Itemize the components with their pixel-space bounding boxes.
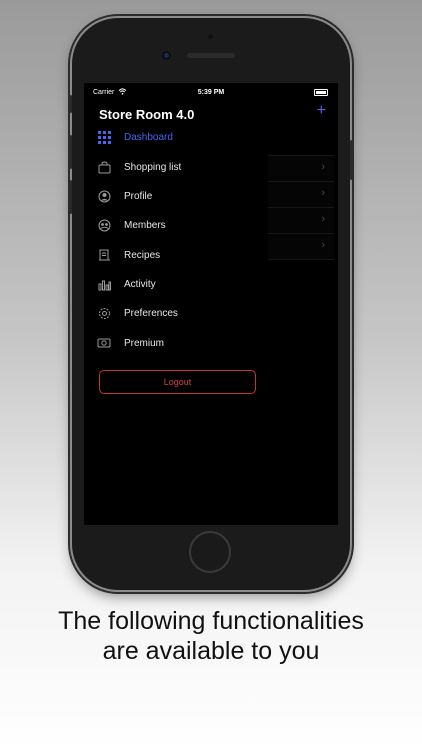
menu-item-recipes[interactable]: Recipes [96, 243, 160, 267]
background-row-2[interactable]: › [268, 181, 334, 208]
person-circle-icon [96, 188, 112, 204]
app-screen: Carrier 5:39 PM Store Room 4.0 + › › › › [84, 83, 338, 525]
caption-line-1: The following functionalities [58, 607, 364, 635]
menu-item-shopping-list[interactable]: Shopping list [96, 155, 181, 179]
menu-item-label: Premium [124, 337, 165, 349]
menu-item-activity[interactable]: Activity [96, 272, 156, 296]
menu-item-preferences[interactable]: Preferences [96, 301, 178, 325]
battery-icon [314, 89, 328, 96]
members-icon [96, 217, 112, 233]
logout-button[interactable]: Logout [99, 370, 256, 394]
menu-item-premium[interactable]: Premium [96, 331, 164, 355]
mute-switch [69, 95, 72, 113]
home-button [189, 531, 231, 573]
menu-item-profile[interactable]: Profile [96, 184, 152, 208]
front-camera [162, 51, 171, 60]
add-button[interactable]: + [317, 103, 326, 119]
caption-line-2: are available to you [102, 637, 320, 665]
background-row-4[interactable]: › [268, 233, 334, 260]
chevron-right-icon: › [321, 239, 325, 251]
menu-item-label: Profile [124, 190, 153, 202]
background-row-1[interactable]: › [268, 155, 334, 182]
status-bar: Carrier 5:39 PM [84, 83, 338, 101]
chevron-right-icon: › [321, 187, 325, 199]
receipt-icon [96, 247, 112, 263]
earpiece-speaker [187, 53, 235, 58]
chevron-right-icon: › [321, 213, 325, 225]
proximity-sensor [208, 34, 213, 39]
volume-up-button [69, 135, 72, 169]
marketing-caption: The following functionalities are availa… [0, 606, 422, 666]
menu-item-label: Dashboard [124, 131, 173, 143]
menu-item-label: Recipes [124, 249, 161, 261]
menu-item-label: Preferences [124, 307, 178, 319]
bar-chart-icon [96, 276, 112, 292]
menu-item-label: Shopping list [124, 161, 182, 173]
volume-down-button [69, 180, 72, 214]
menu-item-members[interactable]: Members [96, 213, 166, 237]
grid-icon [96, 129, 112, 145]
app-title: Store Room 4.0 [99, 107, 195, 122]
gear-icon [96, 305, 112, 321]
menu-item-label: Activity [124, 278, 156, 290]
menu-item-dashboard[interactable]: Dashboard [96, 125, 173, 149]
chevron-right-icon: › [321, 161, 325, 173]
background-row-3[interactable]: › [268, 207, 334, 234]
menu-item-label: Members [124, 219, 166, 231]
power-button [350, 140, 353, 180]
status-time: 5:39 PM [197, 89, 225, 96]
money-icon [96, 335, 112, 351]
bag-icon [96, 159, 112, 175]
